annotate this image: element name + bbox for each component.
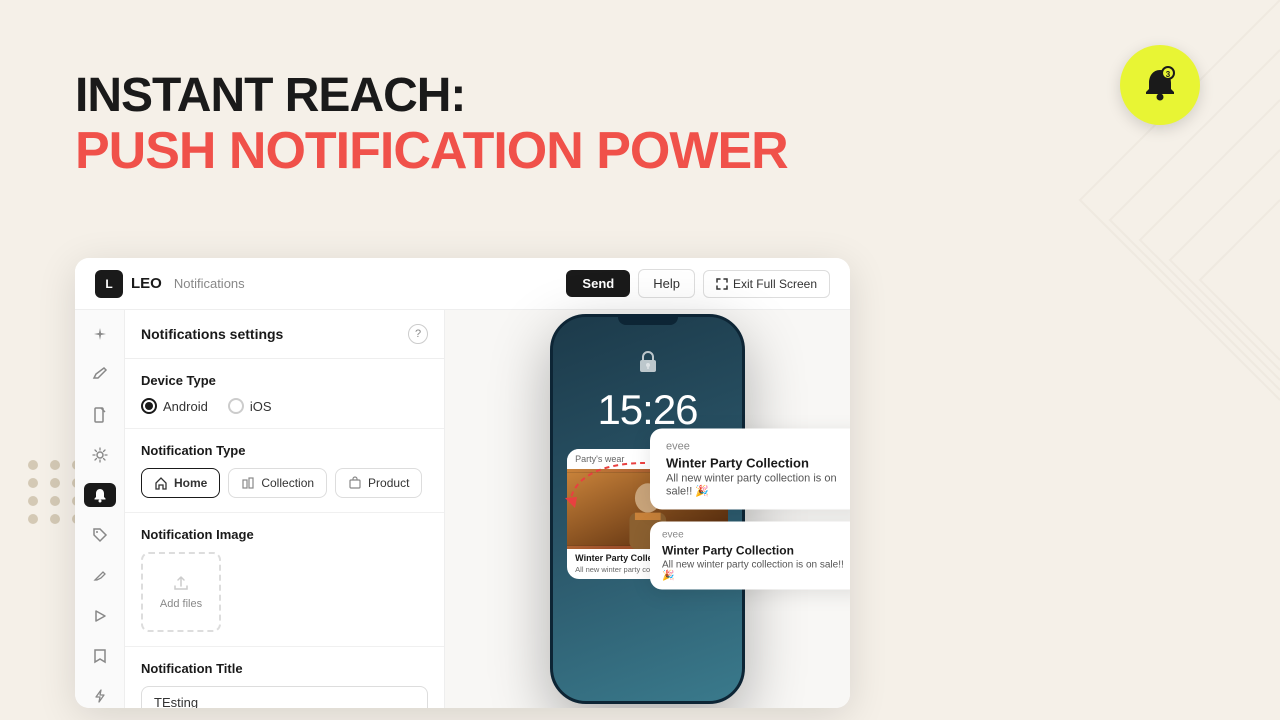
notif-card-2: evee Winter Party Collection All new win… <box>650 522 850 590</box>
ios-radio[interactable] <box>228 398 244 414</box>
app-subtitle: Notifications <box>174 276 245 291</box>
notif-card-1-desc: All new winter party collection is on sa… <box>666 473 850 498</box>
notif-title-input[interactable] <box>141 686 428 708</box>
logo-letter: L <box>105 277 112 291</box>
fullscreen-label: Exit Full Screen <box>733 277 817 291</box>
notif-image-label: Notification Image <box>141 527 428 542</box>
phone-preview-area: 15:26 Party's wear <box>445 310 850 708</box>
notif-type-buttons: Home Collection Product <box>141 468 428 498</box>
bg-decoration <box>780 0 1280 500</box>
settings-title: Notifications settings <box>141 326 283 342</box>
home-btn-label: Home <box>174 476 207 490</box>
hero-line2: PUSH NOTIFICATION POWER <box>75 123 788 180</box>
notif-title-label: Notification Title <box>141 661 428 676</box>
settings-help-button[interactable]: ? <box>408 324 428 344</box>
notif-type-collection-btn[interactable]: Collection <box>228 468 327 498</box>
send-button[interactable]: Send <box>566 270 630 297</box>
collection-btn-label: Collection <box>261 476 314 490</box>
ios-label: iOS <box>250 399 272 414</box>
help-button[interactable]: Help <box>638 269 695 298</box>
collection-icon <box>241 476 255 490</box>
app-name: LEO <box>131 275 162 292</box>
header-actions: Send Help Exit Full Screen <box>566 269 830 298</box>
device-type-radio-group: Android iOS <box>141 398 428 414</box>
upload-area[interactable]: Add files <box>141 552 221 632</box>
fullscreen-button[interactable]: Exit Full Screen <box>703 270 830 298</box>
notif-image-section: Notification Image Add files <box>125 513 444 647</box>
sidebar-item-bookmark[interactable] <box>84 644 116 668</box>
android-radio[interactable] <box>141 398 157 414</box>
app-logo-icon: L <box>95 270 123 298</box>
bell-icon: 3 <box>1140 65 1180 105</box>
notif-card-2-title: Winter Party Collection <box>662 544 850 558</box>
android-label: Android <box>163 399 208 414</box>
app-logo-area: L LEO Notifications <box>95 270 245 298</box>
app-header: L LEO Notifications Send Help Exit Full … <box>75 258 850 310</box>
product-icon <box>348 476 362 490</box>
notif-card-1: evee Winter Party Collection All new win… <box>650 429 850 510</box>
upload-icon <box>171 574 191 594</box>
notif-title-section: Notification Title <box>125 647 444 708</box>
notif-card-2-app: evee <box>662 530 850 541</box>
sidebar-item-settings[interactable] <box>84 443 116 467</box>
android-radio-label[interactable]: Android <box>141 398 208 414</box>
bell-badge: 3 <box>1120 45 1200 125</box>
app-window: L LEO Notifications Send Help Exit Full … <box>75 258 850 708</box>
phone-notch <box>618 317 678 325</box>
hero-line1: INSTANT REACH: <box>75 70 788 123</box>
settings-header: Notifications settings ? <box>125 310 444 359</box>
sidebar-item-edit[interactable] <box>84 362 116 386</box>
notification-cards: evee Winter Party Collection All new win… <box>650 429 850 590</box>
notif-card-1-title: Winter Party Collection <box>666 456 850 471</box>
hero-section: INSTANT REACH: PUSH NOTIFICATION POWER <box>75 70 788 180</box>
notif-type-home-btn[interactable]: Home <box>141 468 220 498</box>
app-body: Notifications settings ? Device Type And… <box>75 310 850 708</box>
sidebar-item-notification[interactable] <box>84 483 116 507</box>
product-btn-label: Product <box>368 476 409 490</box>
sidebar-item-pen[interactable] <box>84 563 116 587</box>
notif-card-2-desc: All new winter party collection is on sa… <box>662 560 850 582</box>
notif-type-label: Notification Type <box>141 443 428 458</box>
notif-type-section: Notification Type Home Collection Produc… <box>125 429 444 513</box>
phone-lock-icon <box>634 347 662 380</box>
home-icon <box>154 476 168 490</box>
sidebar-item-play[interactable] <box>84 603 116 627</box>
sidebar-item-sparkle[interactable] <box>84 322 116 346</box>
sidebar-item-file[interactable] <box>84 402 116 426</box>
fullscreen-icon <box>716 278 728 290</box>
settings-panel: Notifications settings ? Device Type And… <box>125 310 445 708</box>
notif-card-1-app: evee <box>666 441 850 453</box>
add-files-label: Add files <box>160 598 202 610</box>
device-type-label: Device Type <box>141 373 428 388</box>
notif-type-product-btn[interactable]: Product <box>335 468 422 498</box>
ios-radio-label[interactable]: iOS <box>228 398 272 414</box>
phone-time: 15:26 <box>597 386 697 434</box>
device-type-section: Device Type Android iOS <box>125 359 444 429</box>
sidebar-item-tag[interactable] <box>84 523 116 547</box>
sidebar-icons <box>75 310 125 708</box>
sidebar-item-zap[interactable] <box>84 684 116 708</box>
svg-text:3: 3 <box>1166 70 1171 79</box>
